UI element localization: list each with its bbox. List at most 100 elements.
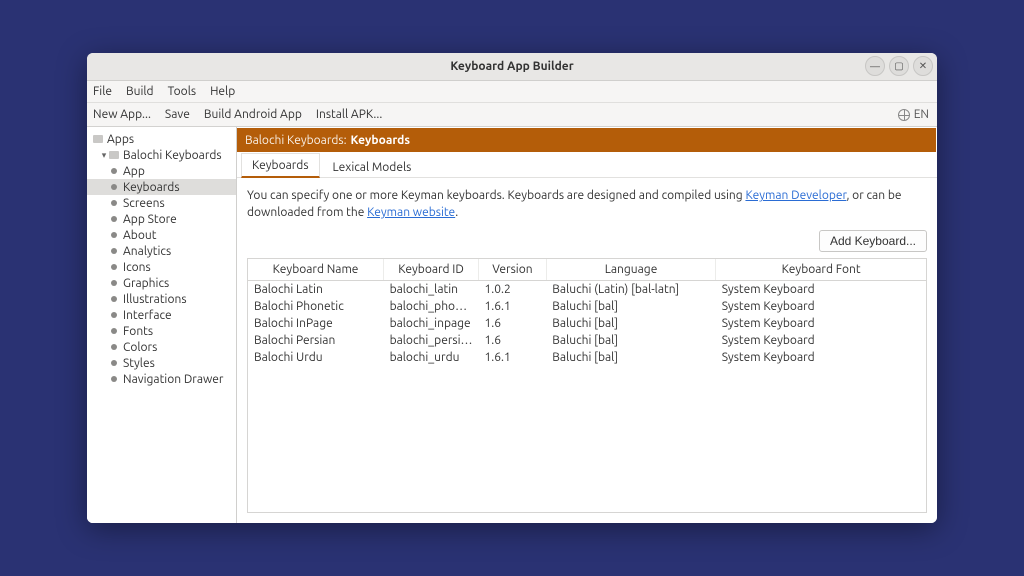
sidebar-item-label: App Store: [123, 213, 177, 226]
language-code: EN: [914, 108, 929, 121]
cell-name: Balochi Urdu: [248, 349, 384, 366]
button-row: Add Keyboard...: [247, 230, 927, 252]
tab-content: You can specify one or more Keyman keybo…: [237, 178, 937, 523]
table-row[interactable]: Balochi Persianbalochi_persian1.6Baluchi…: [248, 332, 926, 349]
col-keyboard-id[interactable]: Keyboard ID: [384, 259, 479, 281]
sidebar-item-label: Screens: [123, 197, 165, 210]
sidebar-item-label: Navigation Drawer: [123, 373, 223, 386]
sidebar-item-label: Icons: [123, 261, 151, 274]
folder-icon: [93, 135, 103, 143]
menu-file[interactable]: File: [93, 85, 112, 98]
bullet-icon: [111, 328, 117, 334]
sidebar-item-app-store[interactable]: App Store: [87, 211, 236, 227]
bullet-icon: [111, 264, 117, 270]
cell-font: System Keyboard: [716, 280, 926, 298]
menubar: File Build Tools Help: [87, 81, 937, 103]
tree-root-apps[interactable]: Apps: [87, 131, 236, 147]
cell-id: balochi_persian: [384, 332, 479, 349]
tab-lexical-models[interactable]: Lexical Models: [322, 155, 423, 178]
cell-font: System Keyboard: [716, 332, 926, 349]
sidebar-item-navigation-drawer[interactable]: Navigation Drawer: [87, 371, 236, 387]
col-language[interactable]: Language: [546, 259, 716, 281]
col-keyboard-font[interactable]: Keyboard Font: [716, 259, 926, 281]
chevron-down-icon: ▾: [99, 150, 109, 161]
table-row[interactable]: Balochi Latinbalochi_latin1.0.2Baluchi (…: [248, 280, 926, 298]
hint-text: You can specify one or more Keyman keybo…: [247, 188, 927, 222]
cell-id: balochi_inpage: [384, 315, 479, 332]
link-keyman-developer[interactable]: Keyman Developer: [745, 189, 846, 202]
hint-part1: You can specify one or more Keyman keybo…: [247, 189, 745, 202]
bullet-icon: [111, 280, 117, 286]
sidebar-item-about[interactable]: About: [87, 227, 236, 243]
sidebar-item-label: Keyboards: [123, 181, 180, 194]
language-indicator[interactable]: EN: [898, 108, 929, 121]
cell-version: 1.6.1: [479, 298, 547, 315]
sidebar-item-label: Graphics: [123, 277, 169, 290]
tree-project[interactable]: ▾ Balochi Keyboards: [87, 147, 236, 163]
cell-name: Balochi Phonetic: [248, 298, 384, 315]
sidebar-item-label: Styles: [123, 357, 155, 370]
cell-version: 1.0.2: [479, 280, 547, 298]
sidebar-item-keyboards[interactable]: Keyboards: [87, 179, 236, 195]
bullet-icon: [111, 248, 117, 254]
sidebar-item-illustrations[interactable]: Illustrations: [87, 291, 236, 307]
cell-language: Baluchi [bal]: [546, 298, 716, 315]
page-title: Keyboards: [351, 134, 411, 147]
sidebar-item-app[interactable]: App: [87, 163, 236, 179]
menu-tools[interactable]: Tools: [168, 85, 197, 98]
bullet-icon: [111, 168, 117, 174]
cell-version: 1.6: [479, 332, 547, 349]
cell-name: Balochi Latin: [248, 280, 384, 298]
bullet-icon: [111, 312, 117, 318]
toolbar-install-apk[interactable]: Install APK...: [316, 108, 382, 121]
cell-id: balochi_urdu: [384, 349, 479, 366]
panel-header: Balochi Keyboards: Keyboards: [237, 128, 936, 152]
app-window: Keyboard App Builder — ▢ ✕ File Build To…: [87, 53, 937, 523]
sidebar-item-analytics[interactable]: Analytics: [87, 243, 236, 259]
close-button[interactable]: ✕: [913, 56, 933, 76]
hint-part3: .: [455, 206, 458, 219]
cell-font: System Keyboard: [716, 349, 926, 366]
menu-help[interactable]: Help: [210, 85, 235, 98]
toolbar-new-app[interactable]: New App...: [93, 108, 151, 121]
cell-version: 1.6: [479, 315, 547, 332]
toolbar: New App... Save Build Android App Instal…: [87, 103, 937, 127]
table-row[interactable]: Balochi InPagebalochi_inpage1.6Baluchi […: [248, 315, 926, 332]
bullet-icon: [111, 296, 117, 302]
bullet-icon: [111, 376, 117, 382]
maximize-icon: ▢: [894, 60, 903, 72]
sidebar-item-label: Colors: [123, 341, 157, 354]
link-keyman-website[interactable]: Keyman website: [367, 206, 455, 219]
breadcrumb: Balochi Keyboards:: [245, 134, 347, 147]
sidebar-item-fonts[interactable]: Fonts: [87, 323, 236, 339]
col-version[interactable]: Version: [479, 259, 547, 281]
col-keyboard-name[interactable]: Keyboard Name: [248, 259, 384, 281]
sidebar-item-label: App: [123, 165, 145, 178]
sidebar-item-colors[interactable]: Colors: [87, 339, 236, 355]
tab-keyboards-label: Keyboards: [252, 159, 309, 172]
bullet-icon: [111, 360, 117, 366]
sidebar-item-label: Interface: [123, 309, 172, 322]
toolbar-save[interactable]: Save: [165, 108, 190, 121]
cell-font: System Keyboard: [716, 315, 926, 332]
sidebar-item-screens[interactable]: Screens: [87, 195, 236, 211]
sidebar-item-interface[interactable]: Interface: [87, 307, 236, 323]
minimize-button[interactable]: —: [865, 56, 885, 76]
bullet-icon: [111, 184, 117, 190]
menu-build[interactable]: Build: [126, 85, 154, 98]
table-row[interactable]: Balochi Phoneticbalochi_phonetic1.6.1Bal…: [248, 298, 926, 315]
sidebar-item-icons[interactable]: Icons: [87, 259, 236, 275]
tab-keyboards[interactable]: Keyboards: [241, 153, 320, 178]
cell-language: Baluchi [bal]: [546, 315, 716, 332]
sidebar-item-label: About: [123, 229, 156, 242]
sidebar-item-styles[interactable]: Styles: [87, 355, 236, 371]
table-row[interactable]: Balochi Urdubalochi_urdu1.6.1Baluchi [ba…: [248, 349, 926, 366]
main-panel: Balochi Keyboards: Keyboards Keyboards L…: [237, 127, 937, 523]
sidebar: Apps ▾ Balochi Keyboards App Keyboards Scr…: [87, 127, 237, 523]
sidebar-item-graphics[interactable]: Graphics: [87, 275, 236, 291]
add-keyboard-button[interactable]: Add Keyboard...: [819, 230, 927, 252]
maximize-button[interactable]: ▢: [889, 56, 909, 76]
minimize-icon: —: [870, 61, 880, 72]
toolbar-build-android[interactable]: Build Android App: [204, 108, 302, 121]
body: Apps ▾ Balochi Keyboards App Keyboards Scr…: [87, 127, 937, 523]
